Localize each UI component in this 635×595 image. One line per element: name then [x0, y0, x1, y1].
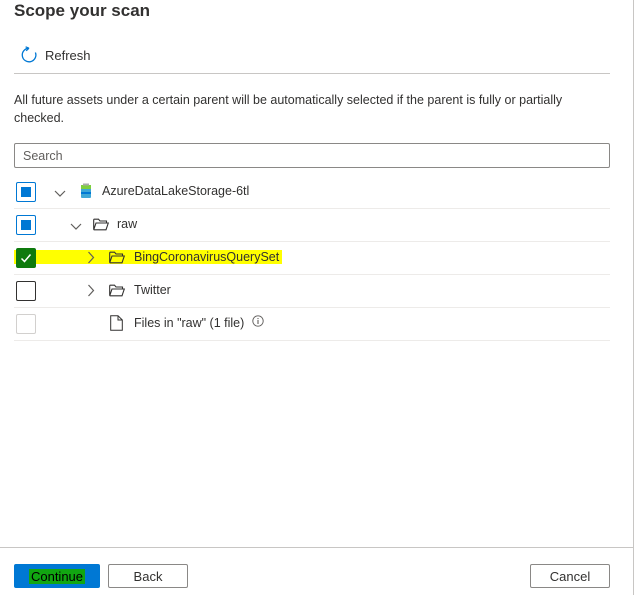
refresh-label: Refresh [45, 47, 91, 63]
row-checkbox[interactable] [16, 182, 36, 202]
tree-row-storage-account: AzureDataLakeStorage-6tl [14, 176, 610, 209]
tree-row-label: BingCoronavirusQuerySet [134, 250, 280, 264]
info-icon[interactable] [252, 315, 264, 330]
row-checkbox[interactable] [16, 248, 36, 268]
continue-button[interactable]: Continue [14, 564, 100, 588]
tree-row-raw: raw [14, 209, 610, 242]
tree-row-label: AzureDataLakeStorage-6tl [102, 184, 250, 198]
file-icon [110, 315, 123, 336]
scope-scan-panel: Scope your scan Refresh All future asset… [0, 0, 634, 595]
storage-account-icon [80, 183, 92, 204]
chevron-right-icon[interactable] [86, 251, 96, 269]
tree-row-label: raw [117, 217, 138, 231]
folder-icon [109, 251, 126, 269]
tree-row-files-in-raw: Files in "raw" (1 file) [14, 308, 610, 341]
footer: Continue Back Cancel [0, 547, 633, 595]
refresh-icon [20, 46, 38, 64]
cancel-button[interactable]: Cancel [530, 564, 610, 588]
refresh-button[interactable]: Refresh [20, 46, 91, 64]
toolbar: Refresh [14, 43, 610, 74]
row-checkbox[interactable] [16, 215, 36, 235]
folder-icon [109, 284, 126, 302]
chevron-down-icon[interactable] [70, 219, 82, 237]
asset-tree: AzureDataLakeStorage-6tl raw BingCoronav… [14, 176, 610, 341]
tree-row-twitter: Twitter [14, 275, 610, 308]
row-checkbox[interactable] [16, 281, 36, 301]
scope-description: All future assets under a certain parent… [14, 93, 563, 125]
panel-title: Scope your scan [14, 1, 151, 20]
tree-row-bing-coronavirus: BingCoronavirusQuerySet [14, 242, 610, 275]
continue-label: Continue [28, 568, 86, 584]
tree-row-label-wrap: Files in "raw" (1 file) [134, 315, 264, 330]
row-checkbox [16, 314, 36, 334]
folder-icon [93, 218, 110, 236]
chevron-down-icon[interactable] [54, 186, 66, 204]
search-input[interactable] [14, 143, 610, 168]
tree-row-label: Twitter [134, 283, 171, 297]
chevron-right-icon[interactable] [86, 284, 96, 302]
tree-row-label: Files in "raw" (1 file) [134, 316, 245, 330]
back-button[interactable]: Back [108, 564, 188, 588]
